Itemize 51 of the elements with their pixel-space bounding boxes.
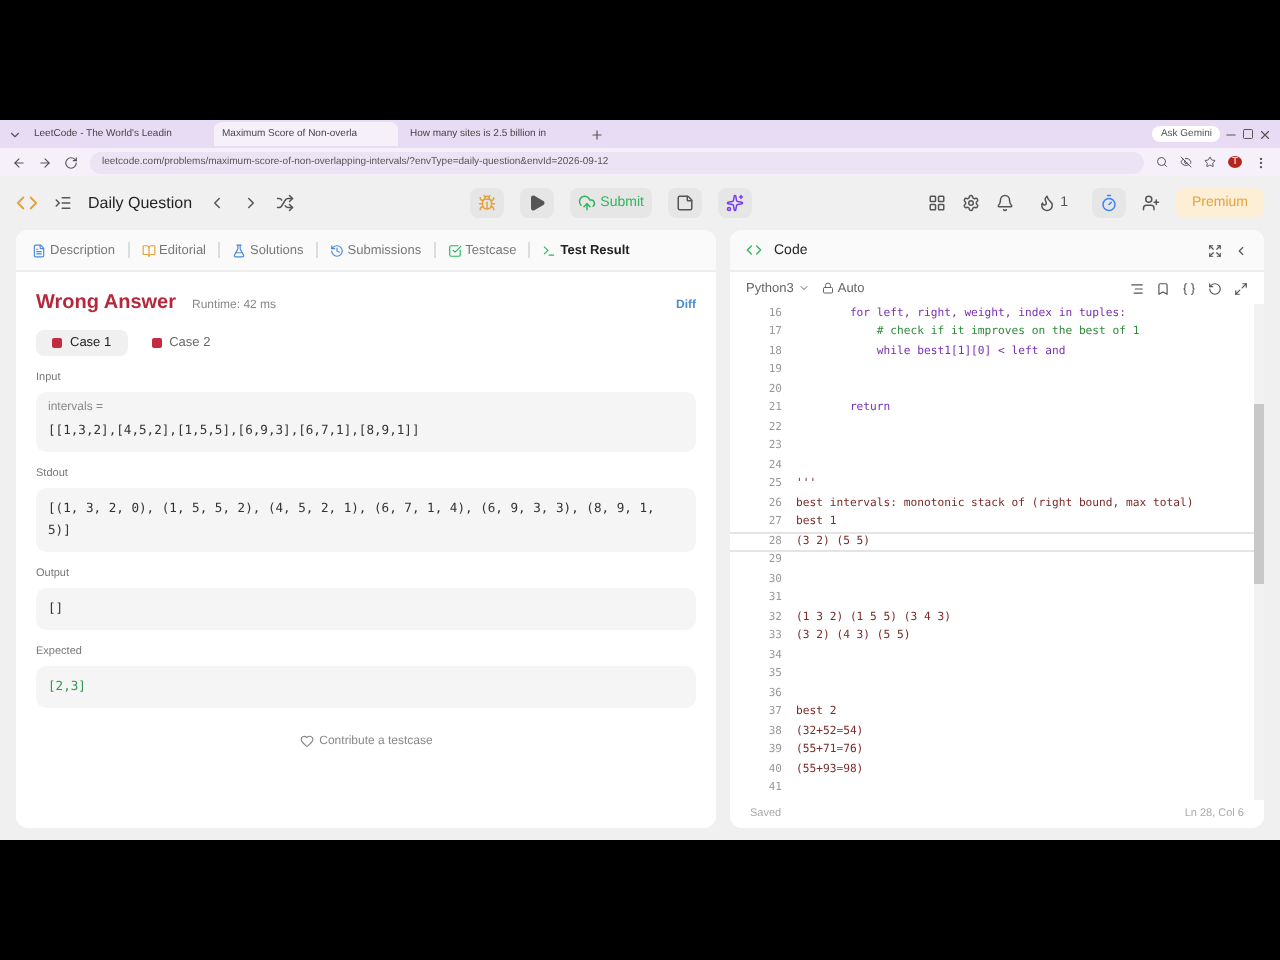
logo-icon: [16, 192, 38, 214]
grid-icon: [928, 194, 947, 212]
fail-icon: [151, 338, 162, 348]
flask-icon: [232, 243, 246, 257]
close-icon: [1258, 127, 1272, 141]
chevron-down-icon: [8, 127, 22, 141]
code-icon: [746, 242, 762, 258]
bug-icon: [478, 194, 497, 212]
sparkle-icon: [725, 194, 744, 212]
eye-off-icon: [1179, 156, 1192, 168]
page-title[interactable]: Daily Question: [88, 194, 193, 212]
cloud-upload-icon: [578, 194, 597, 212]
star-icon: [1203, 156, 1216, 168]
zoom-icon: [1155, 156, 1168, 168]
timer-button[interactable]: [1091, 188, 1126, 218]
shuffle-icon: [276, 194, 295, 212]
forward-icon: [38, 155, 52, 169]
document-icon: [32, 243, 46, 257]
scrollbar-thumb[interactable]: [1254, 404, 1264, 584]
reset-icon: [1208, 281, 1222, 295]
list-icon: [54, 194, 72, 212]
expand-icon: [1234, 281, 1248, 295]
ai-button[interactable]: [717, 188, 752, 218]
reload-icon: [64, 155, 78, 169]
note-button[interactable]: [667, 188, 702, 218]
checkbox-icon: [447, 243, 462, 257]
bookmark-icon: [1156, 281, 1170, 295]
verdict-text: Wrong Answer: [36, 292, 177, 314]
format-icon: [1130, 281, 1144, 295]
back-icon: [12, 155, 26, 169]
note-icon: [675, 194, 694, 212]
settings-icon: [962, 194, 981, 212]
plus-icon: [590, 127, 604, 141]
flame-icon: [1038, 194, 1057, 212]
maximize-icon: [1242, 128, 1254, 140]
history-icon: [329, 243, 344, 257]
more-icon: [1254, 155, 1268, 169]
terminal-icon: [542, 243, 557, 257]
heart-icon: [299, 734, 314, 748]
fail-icon: [52, 338, 62, 348]
chevron-down-icon: [797, 282, 810, 294]
timer-icon: [1099, 194, 1118, 212]
bell-icon: [996, 194, 1015, 212]
book-icon: [141, 243, 156, 257]
fullscreen-icon: [1208, 243, 1222, 257]
run-button[interactable]: [520, 188, 555, 218]
braces-icon: [1182, 281, 1196, 295]
collapse-icon: [1234, 243, 1248, 257]
add-user-icon: [1141, 194, 1160, 212]
play-icon: [528, 194, 547, 212]
lock-icon: [821, 282, 834, 294]
